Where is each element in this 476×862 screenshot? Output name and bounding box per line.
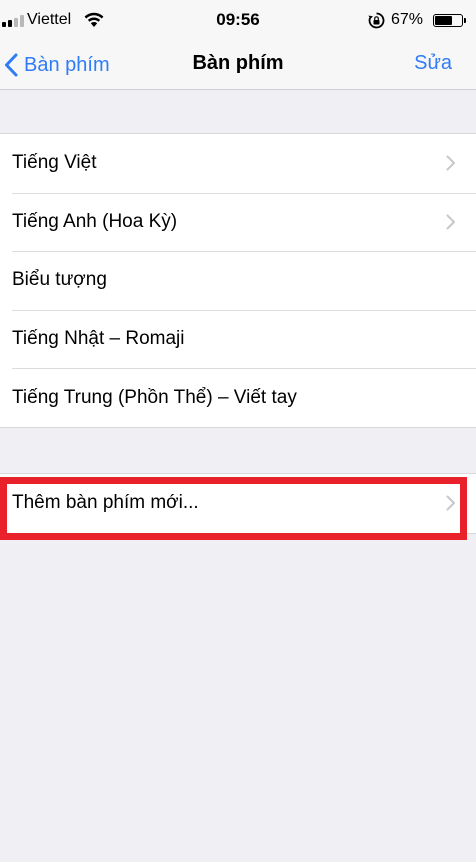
keyboard-row-chinese-handwriting[interactable]: Tiếng Trung (Phồn Thể) – Viết tay <box>0 368 476 427</box>
keyboard-label: Biểu tượng <box>12 269 107 291</box>
keyboard-row-vietnamese[interactable]: Tiếng Việt <box>0 134 476 193</box>
navigation-bar: Bàn phím Bàn phím Sửa <box>0 40 476 90</box>
battery-percentage: 67% <box>391 11 424 28</box>
page-title: Bàn phím <box>192 52 284 74</box>
keyboard-label: Tiếng Anh (Hoa Kỳ) <box>12 210 178 232</box>
add-new-keyboard-row[interactable]: Thêm bàn phím mới... <box>0 474 476 533</box>
keyboard-label: Tiếng Trung (Phồn Thể) – Viết tay <box>12 386 297 408</box>
battery-level-fill <box>435 16 453 25</box>
status-bar: Viettel 09:56 67% <box>0 0 476 40</box>
keyboard-label: Tiếng Nhật – Romaji <box>12 328 185 350</box>
keyboard-row-emoji[interactable]: Biểu tượng <box>0 251 476 310</box>
keyboard-label: Tiếng Việt <box>12 152 97 174</box>
edit-button[interactable]: Sửa <box>414 52 452 75</box>
add-keyboard-group: Thêm bàn phím mới... <box>0 473 476 534</box>
keyboards-list: Tiếng Việt Tiếng Anh (Hoa Kỳ) Biểu tượng… <box>0 133 476 428</box>
battery-cap <box>464 18 466 23</box>
keyboard-row-japanese-romaji[interactable]: Tiếng Nhật – Romaji <box>0 309 476 369</box>
chevron-right-icon <box>446 495 455 511</box>
keyboard-row-english-us[interactable]: Tiếng Anh (Hoa Kỳ) <box>0 192 476 252</box>
battery-icon <box>433 14 463 27</box>
add-keyboard-label: Thêm bàn phím mới... <box>12 492 199 514</box>
chevron-right-icon <box>446 214 455 230</box>
rotation-lock-icon <box>368 12 385 29</box>
chevron-right-icon <box>446 155 455 171</box>
